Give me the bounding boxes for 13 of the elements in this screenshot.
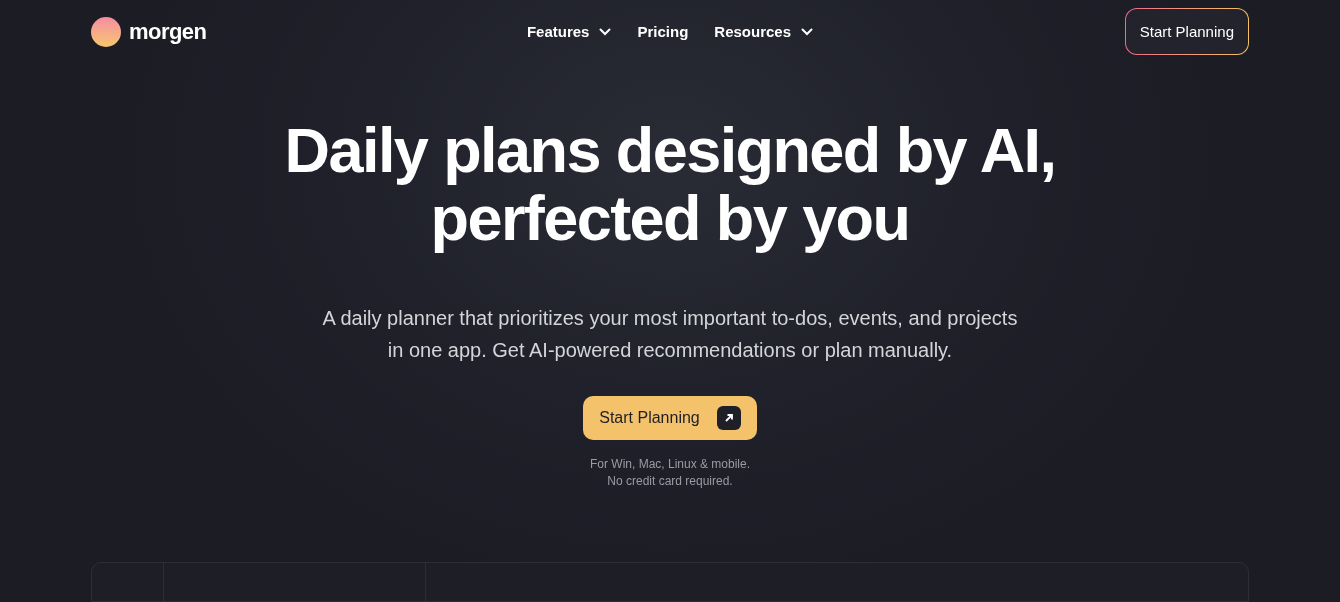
- hero-heading: Daily plans designed by AI, perfected by you: [284, 115, 1056, 252]
- chevron-down-icon: [801, 27, 814, 36]
- logo-icon: [91, 16, 121, 47]
- nav-link[interactable]: Features: [526, 20, 612, 43]
- chevron-down-icon: [599, 27, 612, 36]
- logo-text[interactable]: morgen: [129, 15, 207, 49]
- start-planning-button[interactable]: Start Planning: [583, 395, 757, 440]
- start-planning-button[interactable]: Start Planning: [1125, 9, 1248, 55]
- arrow-up-right-icon: [716, 405, 741, 430]
- nav-link[interactable]: Pricing: [637, 20, 689, 43]
- nav-link[interactable]: Resources: [714, 20, 814, 43]
- hero-subtitle: A daily planner that prioritizes your most important to-dos, events, and projects in one app. Get AI-powered recommendations or plan manually.: [322, 305, 1018, 363]
- availability-note: For Win, Mac, Linux & mobile. No credit card required.: [589, 456, 751, 490]
